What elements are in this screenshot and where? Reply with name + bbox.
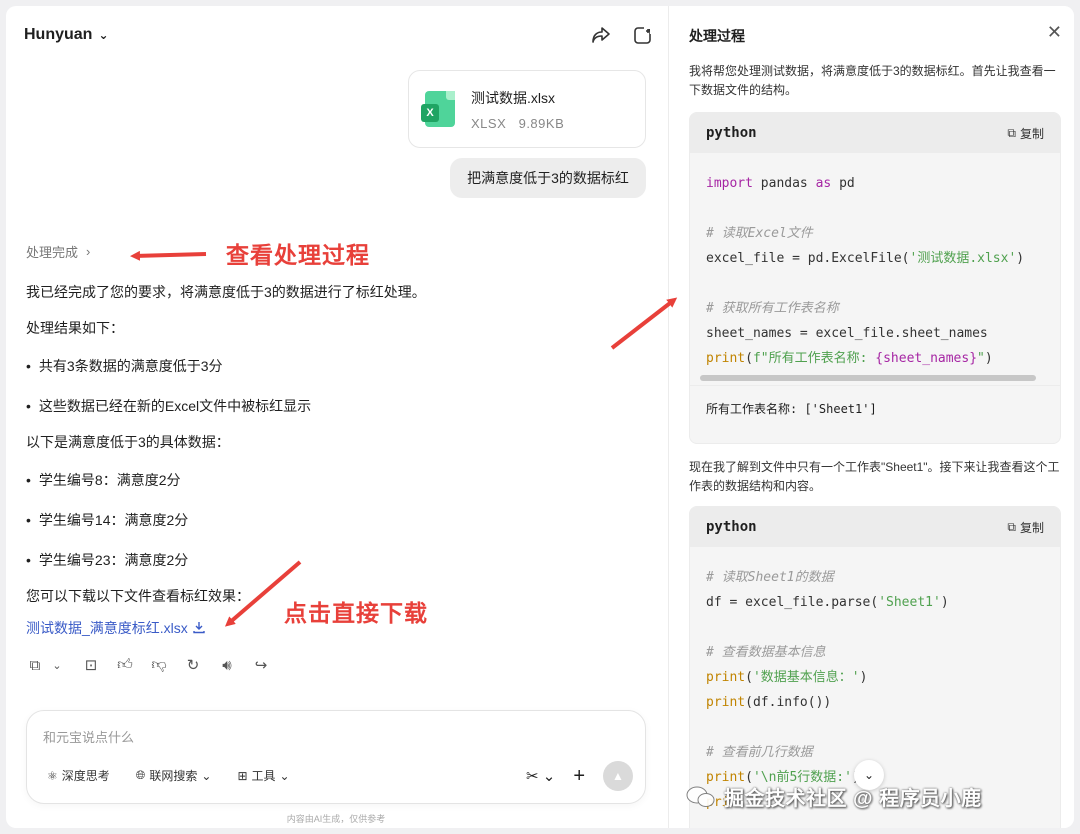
annotation-view-process: 查看处理过程 xyxy=(226,242,370,268)
chevron-down-icon: ⌄ xyxy=(201,768,212,783)
close-icon[interactable]: ✕ xyxy=(1047,22,1062,43)
model-name: Hunyuan xyxy=(24,26,93,43)
reply-result-label: 处理结果如下： xyxy=(26,320,124,336)
composer: ⚛ 深度思考 🌐︎ 联网搜索 ⌄ ⊞ 工具 ⌄ ✂ ⌄ + ▲ xyxy=(26,710,646,804)
code-language: python xyxy=(706,125,757,141)
atom-icon: ⚛ xyxy=(47,768,58,783)
wechat-logo-icon xyxy=(686,786,715,807)
download-file-link[interactable]: 测试数据_满意度标红.xlsx xyxy=(26,618,206,638)
chevron-down-icon: ⌄ xyxy=(863,768,875,782)
bookmark-icon[interactable]: ⊡ xyxy=(82,656,100,674)
chat-column: Hunyuan ⌄ X 测试数据.xlsx XLSX 9.89KB 把满意度低于… xyxy=(6,6,666,828)
file-size: 9.89KB xyxy=(518,115,565,131)
copy-icon: ⧉ xyxy=(1007,519,1016,534)
download-icon xyxy=(192,620,206,637)
chat-header: Hunyuan ⌄ xyxy=(24,20,654,50)
copy-icon: ⧉ xyxy=(1007,125,1016,140)
reply-intro: 我已经完成了您的要求，将满意度低于3的数据进行了标红处理。 xyxy=(26,284,426,300)
user-message: 把满意度低于3的数据标红 xyxy=(450,158,646,198)
app-window: Hunyuan ⌄ X 测试数据.xlsx XLSX 9.89KB 把满意度低于… xyxy=(6,6,1074,828)
reply-bullet: 共有3条数据的满意度低于3分 xyxy=(26,356,223,376)
copy-icon[interactable]: ⧉ xyxy=(26,656,44,674)
plus-icon[interactable]: + xyxy=(573,765,585,788)
copy-code-button[interactable]: ⧉ 复制 xyxy=(1007,519,1044,536)
copy-code-button[interactable]: ⧉ 复制 xyxy=(1007,125,1044,142)
web-search-button[interactable]: 🌐︎ 联网搜索 ⌄ xyxy=(136,767,212,784)
share-icon[interactable] xyxy=(590,24,612,46)
code-output: 所有工作表名称: ['Sheet1'] xyxy=(690,385,1060,431)
disclaimer: 内容由AI生成，仅供参考 xyxy=(286,814,386,824)
chevron-right-icon: › xyxy=(86,244,91,259)
uploaded-file-card[interactable]: X 测试数据.xlsx XLSX 9.89KB xyxy=(408,70,646,148)
panel-text: 我将帮您处理测试数据，将满意度低于3的数据标红。首先让我查看一下数据文件的结构。 xyxy=(689,64,1056,97)
excel-file-icon: X xyxy=(421,91,457,127)
file-name: 测试数据.xlsx xyxy=(471,89,555,106)
reply-download-label: 您可以下载以下文件查看标红效果： xyxy=(26,588,250,604)
horizontal-scrollbar[interactable] xyxy=(700,375,1036,381)
reply-detail-label: 以下是满意度低于3的具体数据： xyxy=(26,434,230,450)
process-panel: 处理过程 ✕ 我将帮您处理测试数据，将满意度低于3的数据标红。首先让我查看一下数… xyxy=(668,6,1074,828)
send-icon: ▲ xyxy=(612,769,624,783)
tools-button[interactable]: ⊞ 工具 ⌄ xyxy=(237,767,289,784)
reply-bullet: 学生编号23：满意度2分 xyxy=(26,550,188,570)
code-language: python xyxy=(706,519,757,535)
grid-icon: ⊞ xyxy=(237,768,248,783)
new-chat-icon[interactable] xyxy=(632,24,654,46)
chevron-down-icon: ⌄ xyxy=(98,28,109,42)
file-type: XLSX xyxy=(471,115,507,131)
regenerate-icon[interactable]: ↻ xyxy=(184,656,202,674)
reply-bullet: 学生编号8：满意度2分 xyxy=(26,470,181,490)
read-aloud-icon[interactable]: 🔊︎ xyxy=(218,656,236,674)
chevron-down-icon: ⌄ xyxy=(279,768,290,783)
reply-bullet: 这些数据已经在新的Excel文件中被标红显示 xyxy=(26,396,311,416)
scissors-icon[interactable]: ✂ ⌄ xyxy=(526,767,555,785)
watermark-text: 掘金技术社区 @ 程序员小鹿 xyxy=(724,788,982,810)
globe-icon: 🌐︎ xyxy=(135,768,146,782)
message-actions: ⧉ ⌄ ⊡ 👍︎ 👎︎ ↻ 🔊︎ ↪ xyxy=(26,656,270,674)
send-button[interactable]: ▲ xyxy=(603,761,633,791)
process-status-toggle[interactable]: 处理完成 › xyxy=(26,242,90,261)
watermark: 掘金技术社区 @ 程序员小鹿 xyxy=(686,782,982,811)
panel-text: 现在我了解到文件中只有一个工作表"Sheet1"。接下来让我查看这个工作表的数据… xyxy=(689,460,1060,493)
download-file-name: 测试数据_满意度标红.xlsx xyxy=(26,620,188,636)
chevron-down-icon[interactable]: ⌄ xyxy=(48,656,66,674)
code-block: python ⧉ 复制 import pandas as pd # 读取Exce… xyxy=(689,112,1061,444)
message-input[interactable] xyxy=(43,725,603,749)
model-selector[interactable]: Hunyuan ⌄ xyxy=(24,26,109,44)
share-icon[interactable]: ↪ xyxy=(252,656,270,674)
deep-think-button[interactable]: ⚛ 深度思考 xyxy=(47,767,110,784)
thumbs-up-icon[interactable]: 👍︎ xyxy=(116,656,134,674)
panel-title: 处理过程 xyxy=(689,28,745,44)
annotation-click-download: 点击直接下载 xyxy=(284,600,428,626)
thumbs-down-icon[interactable]: 👎︎ xyxy=(150,656,168,674)
reply-bullet: 学生编号14：满意度2分 xyxy=(26,510,188,530)
status-label: 处理完成 xyxy=(26,245,79,260)
